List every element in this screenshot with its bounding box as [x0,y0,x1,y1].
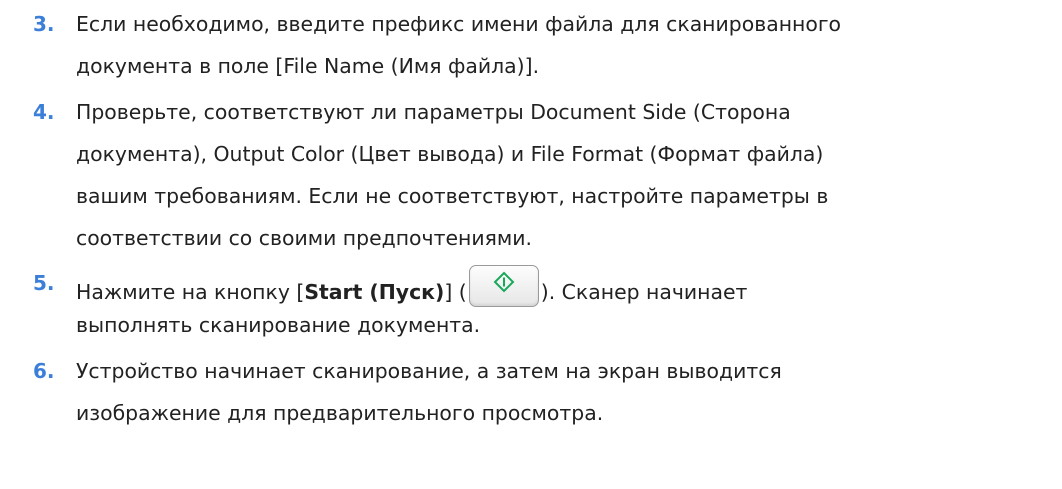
step-text: ). Сканер начинает [540,280,748,304]
step-text-line: вашим требованиям. Если не соответствуют… [76,184,829,208]
step-text-line: Если необходимо, введите префикс имени ф… [76,12,842,36]
step-number: 5. [33,271,55,295]
step-number: 3. [33,12,55,36]
step-text: ] ( [444,280,467,304]
step-text-line: Устройство начинает сканирование, а зате… [76,359,782,383]
step-text-line: Нажмите на кнопку [Start (Пуск)] ( ). Ска… [76,265,747,310]
start-diamond-icon [493,271,515,293]
step-text-line: соответствии со своими предпочтениями. [76,226,532,250]
start-label: Start (Пуск) [304,280,445,304]
start-button [468,265,539,307]
step-text-line: Проверьте, соответствуют ли параметры Do… [76,100,791,124]
step-text: Нажмите на кнопку [ [76,280,305,304]
step-text-line: документа), Output Color (Цвет вывода) и… [76,142,824,166]
step-text-line: документа в поле [File Name (Имя файла)]… [76,54,540,78]
step-number: 6. [33,359,55,383]
step-text-line: выполнять сканирование документа. [76,313,481,337]
step-number: 4. [33,100,55,124]
step-text-line: изображение для предварительного просмот… [76,401,604,425]
